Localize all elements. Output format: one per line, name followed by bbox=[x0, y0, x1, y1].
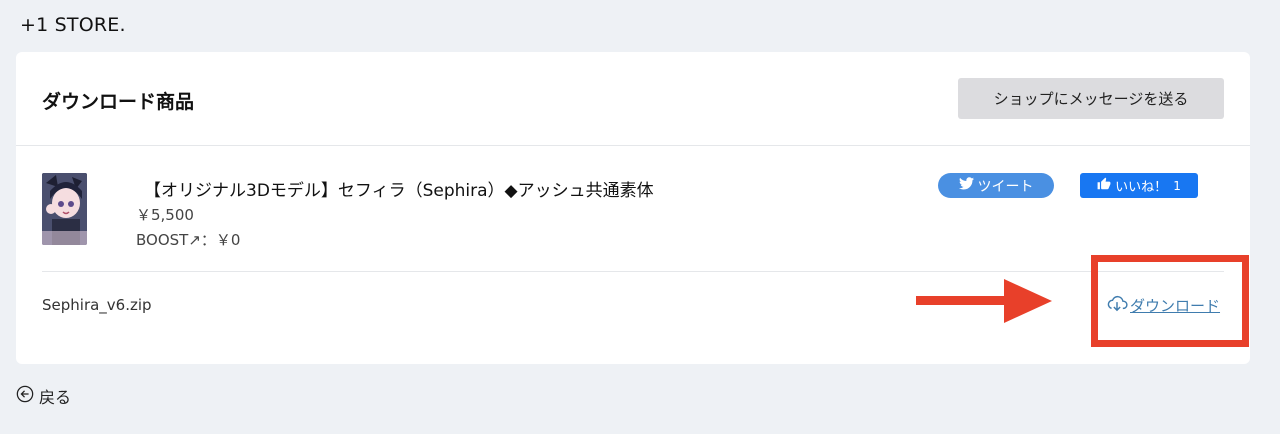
like-button[interactable]: いいね！ 1 bbox=[1080, 173, 1198, 198]
file-name: Sephira_v6.zip bbox=[42, 296, 152, 314]
download-card: ダウンロード商品 ショップにメッセージを送る 【オリジナル3Dモデル】セフィラ（… bbox=[16, 52, 1250, 364]
card-title: ダウンロード商品 bbox=[42, 91, 195, 113]
product-thumbnail[interactable] bbox=[42, 173, 87, 245]
circle-arrow-left-icon bbox=[16, 385, 34, 407]
download-link[interactable]: ダウンロード bbox=[1106, 294, 1220, 316]
like-label: いいね！ bbox=[1115, 180, 1168, 195]
store-name[interactable]: +1 STORE. bbox=[20, 14, 126, 36]
tweet-label: ツイート bbox=[977, 178, 1034, 195]
product-price: ￥5,500 bbox=[136, 206, 194, 224]
card-header: ダウンロード商品 ショップにメッセージを送る bbox=[16, 52, 1250, 146]
thumbs-up-icon bbox=[1097, 177, 1111, 195]
download-label: ダウンロード bbox=[1130, 296, 1221, 315]
cloud-download-icon bbox=[1106, 294, 1128, 316]
product-title[interactable]: 【オリジナル3Dモデル】セフィラ（Sephira）◆アッシュ共通素体 bbox=[144, 176, 654, 201]
boost-amount: BOOST↗：￥0 bbox=[136, 231, 241, 249]
twitter-bird-icon bbox=[958, 177, 974, 194]
tweet-button[interactable]: ツイート bbox=[938, 173, 1054, 198]
message-shop-button[interactable]: ショップにメッセージを送る bbox=[958, 78, 1224, 119]
back-label: 戻る bbox=[39, 388, 72, 407]
back-link[interactable]: 戻る bbox=[16, 384, 71, 408]
divider bbox=[42, 271, 1224, 272]
like-count: 1 bbox=[1173, 178, 1181, 193]
red-arrow-icon bbox=[916, 279, 1052, 323]
